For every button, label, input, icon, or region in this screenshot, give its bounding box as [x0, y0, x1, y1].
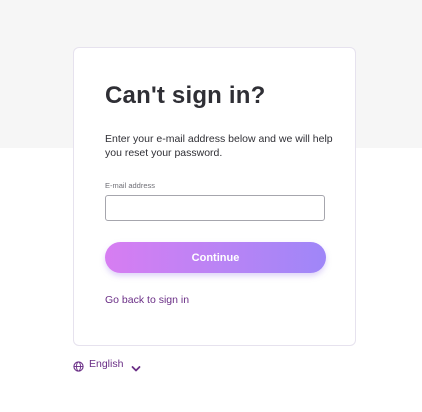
back-to-sign-in-link[interactable]: Go back to sign in: [105, 294, 189, 306]
email-field-label: E-mail address: [105, 181, 156, 190]
chevron-down-icon: [131, 360, 141, 372]
language-selector[interactable]: English: [73, 356, 141, 372]
instructions-text: Enter your e-mail address below and we w…: [105, 133, 333, 159]
recovery-card: Can't sign in? Enter your e-mail address…: [73, 47, 356, 346]
globe-icon: [73, 359, 84, 372]
email-field[interactable]: [105, 195, 325, 221]
language-label: English: [89, 358, 124, 370]
continue-button[interactable]: Continue: [105, 242, 326, 273]
page-title: Can't sign in?: [105, 82, 266, 109]
